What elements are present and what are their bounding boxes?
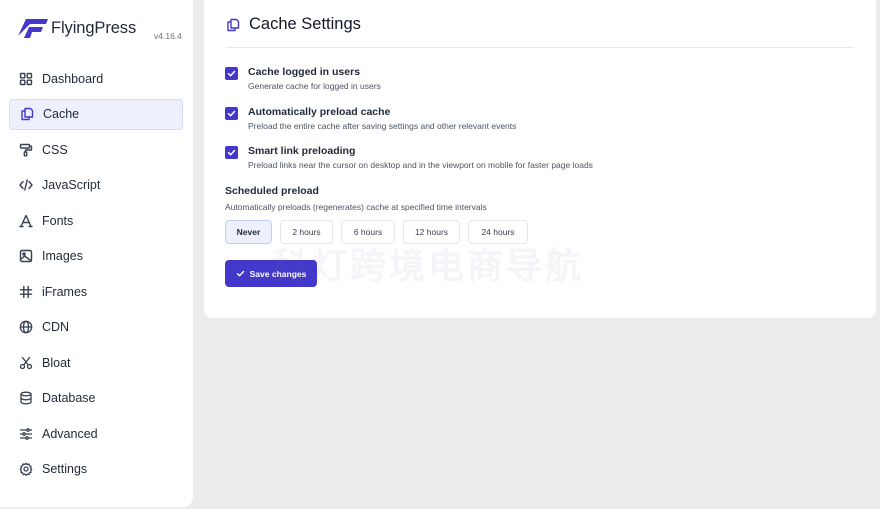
sidebar-item-cdn[interactable]: CDN bbox=[9, 312, 183, 343]
checkbox[interactable] bbox=[225, 67, 238, 80]
interval-never-button[interactable]: Never bbox=[225, 220, 272, 244]
database-icon bbox=[20, 391, 32, 405]
checkmark-icon bbox=[227, 110, 236, 117]
image-icon bbox=[19, 249, 33, 263]
checkmark-icon bbox=[236, 270, 244, 277]
checkbox[interactable] bbox=[225, 107, 238, 120]
brand-name: FlyingPress bbox=[51, 18, 137, 37]
card-header: Cache Settings bbox=[226, 15, 361, 34]
sidebar-item-database[interactable]: Database bbox=[9, 383, 183, 414]
paint-roller-icon bbox=[19, 143, 33, 156]
interval-6-hours-button[interactable]: 6 hours bbox=[341, 220, 395, 244]
interval-24-hours-button[interactable]: 24 hours bbox=[468, 220, 528, 244]
checkmark-icon bbox=[227, 149, 236, 156]
sidebar-item-advanced[interactable]: Advanced bbox=[9, 418, 183, 449]
sidebar-item-label: Settings bbox=[42, 462, 88, 476]
sidebar-item-label: CDN bbox=[42, 320, 70, 334]
grid-icon bbox=[19, 72, 33, 85]
sidebar: FlyingPress v4.16.4 Dashboard Cache CSS bbox=[0, 0, 193, 507]
option-cache-logged-in: Cache logged in users Generate cache for… bbox=[225, 66, 381, 93]
sidebar-item-label: Bloat bbox=[42, 355, 71, 370]
flyingpress-logo-icon bbox=[18, 19, 48, 38]
sidebar-item-label: Dashboard bbox=[42, 71, 104, 86]
save-changes-button[interactable]: Save changes bbox=[225, 260, 317, 287]
copy-icon bbox=[21, 107, 34, 121]
sidebar-item-label: Fonts bbox=[42, 213, 74, 228]
interval-2-hours-button[interactable]: 2 hours bbox=[280, 220, 333, 244]
option-description: Preload the entire cache after saving se… bbox=[248, 121, 517, 131]
option-smart-link-preloading: Smart link preloading Preload links near… bbox=[225, 145, 593, 172]
interval-12-hours-button[interactable]: 12 hours bbox=[403, 220, 460, 244]
sliders-icon bbox=[19, 427, 33, 440]
checkmark-icon bbox=[227, 70, 236, 77]
divider bbox=[226, 47, 854, 48]
scissors-icon bbox=[19, 356, 33, 369]
checkbox[interactable] bbox=[225, 146, 238, 159]
sidebar-item-css[interactable]: CSS bbox=[9, 134, 183, 165]
option-preload-cache: Automatically preload cache Preload the … bbox=[225, 106, 516, 133]
code-icon bbox=[19, 179, 33, 191]
option-label: Smart link preloading bbox=[248, 145, 356, 157]
sidebar-item-settings[interactable]: Settings bbox=[9, 454, 183, 485]
cache-settings-card: Cache Settings Cache logged in users Gen… bbox=[204, 0, 876, 318]
sidebar-item-label: Database bbox=[42, 391, 96, 405]
brand[interactable]: FlyingPress bbox=[15, 16, 136, 40]
version-label: v4.16.4 bbox=[154, 31, 182, 41]
font-icon bbox=[19, 214, 33, 227]
sidebar-nav: Dashboard Cache CSS JavaScript Fonts Ima… bbox=[9, 63, 183, 489]
scheduled-preload-title: Scheduled preload bbox=[225, 185, 319, 197]
sidebar-item-fonts[interactable]: Fonts bbox=[9, 205, 183, 236]
sidebar-item-label: Advanced bbox=[42, 426, 98, 441]
sidebar-item-label: Images bbox=[42, 249, 83, 263]
option-description: Generate cache for logged in users bbox=[248, 81, 381, 91]
copy-icon bbox=[227, 18, 240, 31]
sidebar-item-label: JavaScript bbox=[42, 178, 101, 192]
option-label: Automatically preload cache bbox=[248, 106, 391, 118]
sidebar-item-dashboard[interactable]: Dashboard bbox=[9, 63, 183, 94]
gear-icon bbox=[19, 462, 33, 476]
interval-button-group: Never 2 hours 6 hours 12 hours 24 hours bbox=[225, 220, 536, 244]
scheduled-preload: Scheduled preload Automatically preloads… bbox=[225, 185, 487, 214]
hash-icon bbox=[19, 285, 33, 298]
save-changes-label: Save changes bbox=[249, 268, 307, 279]
sidebar-item-images[interactable]: Images bbox=[9, 241, 183, 272]
globe-icon bbox=[19, 320, 33, 334]
sidebar-item-iframes[interactable]: iFrames bbox=[9, 276, 183, 307]
option-label: Cache logged in users bbox=[248, 66, 361, 78]
scheduled-preload-description: Automatically preloads (regenerates) cac… bbox=[225, 202, 487, 212]
sidebar-item-bloat[interactable]: Bloat bbox=[9, 347, 183, 378]
sidebar-item-label: iFrames bbox=[42, 284, 88, 299]
option-description: Preload links near the cursor on desktop… bbox=[248, 160, 593, 170]
page-title: Cache Settings bbox=[249, 15, 361, 33]
sidebar-item-label: CSS bbox=[42, 142, 68, 157]
sidebar-item-cache[interactable]: Cache bbox=[9, 98, 183, 130]
sidebar-item-javascript[interactable]: JavaScript bbox=[9, 170, 183, 201]
sidebar-item-label: Cache bbox=[43, 107, 80, 121]
